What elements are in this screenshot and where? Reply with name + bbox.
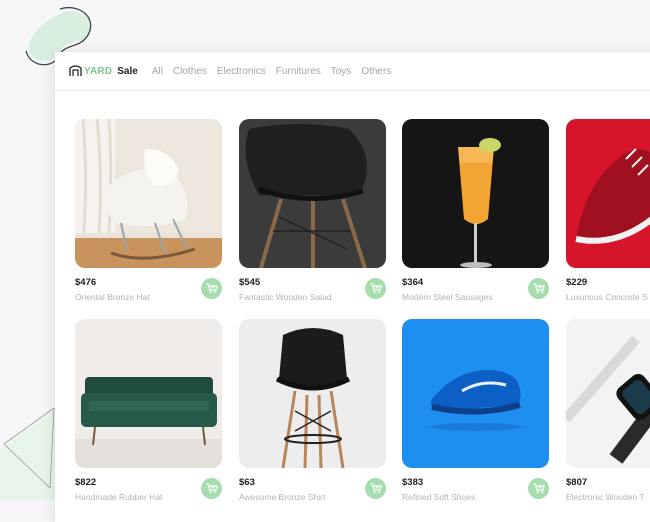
product-price: $822 xyxy=(75,477,97,488)
product-image-red-sneaker[interactable] xyxy=(566,119,650,268)
nav-electronics[interactable]: Electronics xyxy=(217,66,266,77)
product-image-smartwatch[interactable] xyxy=(566,319,650,468)
product-image-chair[interactable] xyxy=(75,119,222,268)
product-name: Modern Steel Sausages xyxy=(402,292,493,302)
product-image-sofa[interactable] xyxy=(75,319,222,468)
add-to-cart-button[interactable] xyxy=(201,278,222,299)
product-price: $229 xyxy=(566,277,588,288)
app-window: YARD Sale All Clothes Electronics Furnit… xyxy=(55,52,650,522)
product-card[interactable]: $822 Handmade Rubber Hat xyxy=(75,319,222,502)
nav-all[interactable]: All xyxy=(152,66,163,77)
product-card[interactable]: $383 Refined Soft Shoes xyxy=(402,319,549,502)
nav-toys[interactable]: Toys xyxy=(331,66,352,77)
product-card[interactable]: $807 Electronic Wooden T xyxy=(566,319,650,502)
add-to-cart-button[interactable] xyxy=(365,478,386,499)
cart-plus-icon xyxy=(206,483,218,494)
product-price: $63 xyxy=(239,477,255,488)
decor-shape-bottom xyxy=(0,407,55,500)
nav-clothes[interactable]: Clothes xyxy=(173,66,207,77)
brand-yard: YARD xyxy=(84,65,113,77)
product-name: Handmade Rubber Hat xyxy=(75,492,163,502)
cart-plus-icon xyxy=(206,283,218,294)
add-to-cart-button[interactable] xyxy=(528,478,549,499)
product-card[interactable]: $229 Luxurious Concrete S xyxy=(566,119,650,302)
cart-plus-icon xyxy=(370,483,382,494)
add-to-cart-button[interactable] xyxy=(201,478,222,499)
product-price: $807 xyxy=(566,477,588,488)
product-card[interactable]: $364 Modern Steel Sausages xyxy=(402,119,549,302)
product-card[interactable]: $545 Fantastic Wooden Salad xyxy=(239,119,386,302)
product-price: $383 xyxy=(402,477,424,488)
cart-plus-icon xyxy=(533,283,545,294)
add-to-cart-button[interactable] xyxy=(365,278,386,299)
brand-sale: Sale xyxy=(117,65,138,77)
product-name: Oriental Bronze Hat xyxy=(75,292,150,302)
add-to-cart-button[interactable] xyxy=(528,278,549,299)
cart-plus-icon xyxy=(533,483,545,494)
product-image-cocktail[interactable] xyxy=(402,119,549,268)
product-image-blue-sneaker[interactable] xyxy=(402,319,549,468)
product-name: Awesome Bronze Shirt xyxy=(239,492,326,502)
product-price: $545 xyxy=(239,277,261,288)
shop-icon xyxy=(69,65,82,76)
top-navbar: YARD Sale All Clothes Electronics Furnit… xyxy=(55,52,650,91)
nav-furnitures[interactable]: Furnitures xyxy=(276,66,321,77)
product-price: $476 xyxy=(75,277,97,288)
product-image-black-chair[interactable] xyxy=(239,119,386,268)
product-price: $364 xyxy=(402,277,424,288)
brand-logo[interactable]: YARD Sale xyxy=(69,65,138,77)
product-name: Electronic Wooden T xyxy=(566,492,645,502)
nav-others[interactable]: Others xyxy=(361,66,391,77)
product-name: Refined Soft Shoes xyxy=(402,492,476,502)
product-card[interactable]: $476 Oriental Bronze Hat xyxy=(75,119,222,302)
cart-plus-icon xyxy=(370,283,382,294)
product-name: Fantastic Wooden Salad xyxy=(239,292,332,302)
product-name: Luxurious Concrete S xyxy=(566,292,648,302)
product-card[interactable]: $63 Awesome Bronze Shirt xyxy=(239,319,386,502)
product-image-stool[interactable] xyxy=(239,319,386,468)
